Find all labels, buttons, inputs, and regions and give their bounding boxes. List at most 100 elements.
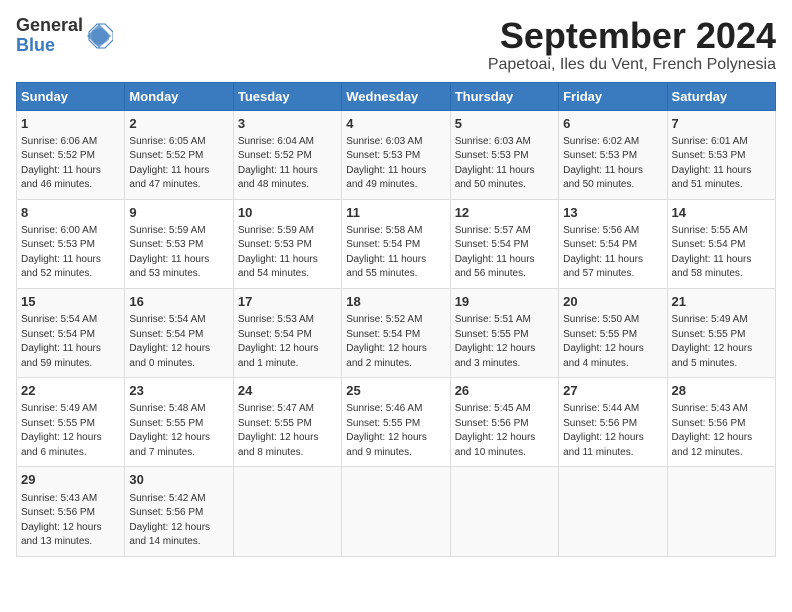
calendar-header: SundayMondayTuesdayWednesdayThursdayFrid… xyxy=(17,82,776,110)
calendar-cell: 25Sunrise: 5:46 AMSunset: 5:55 PMDayligh… xyxy=(342,378,450,467)
logo-text: General Blue xyxy=(16,16,83,56)
day-info: Sunrise: 5:54 AMSunset: 5:54 PMDaylight:… xyxy=(129,313,228,371)
day-number: 18 xyxy=(346,293,445,311)
day-header-monday: Monday xyxy=(125,82,233,110)
calendar-cell: 18 Sunrise: 5:52 AMSunset: 5:54 PMDayligh… xyxy=(342,288,450,377)
day-info: Sunrise: 6:00 AMSunset: 5:53 PMDaylight:… xyxy=(21,224,120,282)
calendar-cell: 2Sunrise: 6:05 AMSunset: 5:52 PMDaylight… xyxy=(125,110,233,199)
day-number: 1 xyxy=(21,115,120,133)
day-info: Sunrise: 6:01 AMSunset: 5:53 PMDaylight:… xyxy=(672,135,771,193)
calendar-week-3: 15 Sunrise: 5:54 AMSunset: 5:54 PMDayligh… xyxy=(17,288,776,377)
day-info: Sunrise: 6:03 AMSunset: 5:53 PMDaylight:… xyxy=(346,135,445,193)
calendar-cell: 13 Sunrise: 5:56 AMSunset: 5:54 PMDayligh… xyxy=(559,199,667,288)
calendar-week-2: 8 Sunrise: 6:00 AMSunset: 5:53 PMDaylight… xyxy=(17,199,776,288)
calendar-week-5: 29Sunrise: 5:43 AMSunset: 5:56 PMDayligh… xyxy=(17,467,776,556)
day-info: Sunrise: 5:43 AMSunset: 5:56 PMDaylight:… xyxy=(21,492,120,550)
day-header-friday: Friday xyxy=(559,82,667,110)
calendar-cell: 21Sunrise: 5:49 AMSunset: 5:55 PMDayligh… xyxy=(667,288,775,377)
day-number: 20 xyxy=(563,293,662,311)
calendar-cell: 24 Sunrise: 5:47 AMSunset: 5:55 PMDayligh… xyxy=(233,378,341,467)
day-info: Sunrise: 5:44 AMSunset: 5:56 PMDaylight:… xyxy=(563,402,662,460)
day-header-wednesday: Wednesday xyxy=(342,82,450,110)
calendar-cell: 5 Sunrise: 6:03 AMSunset: 5:53 PMDaylight… xyxy=(450,110,558,199)
day-info: Sunrise: 5:47 AMSunset: 5:55 PMDaylight:… xyxy=(238,402,337,460)
day-number: 28 xyxy=(672,382,771,400)
day-number: 4 xyxy=(346,115,445,133)
day-header-sunday: Sunday xyxy=(17,82,125,110)
page-header: General Blue September 2024 Papetoai, Il… xyxy=(16,16,776,74)
calendar-cell: 23 Sunrise: 5:48 AMSunset: 5:55 PMDayligh… xyxy=(125,378,233,467)
day-info: Sunrise: 5:49 AMSunset: 5:55 PMDaylight:… xyxy=(21,402,120,460)
day-info: Sunrise: 5:46 AMSunset: 5:55 PMDaylight:… xyxy=(346,402,445,460)
day-info: Sunrise: 5:45 AMSunset: 5:56 PMDaylight:… xyxy=(455,402,554,460)
calendar-body: 1Sunrise: 6:06 AMSunset: 5:52 PMDaylight… xyxy=(17,110,776,556)
day-number: 27 xyxy=(563,382,662,400)
calendar-cell: 15 Sunrise: 5:54 AMSunset: 5:54 PMDayligh… xyxy=(17,288,125,377)
page-subtitle: Papetoai, Iles du Vent, French Polynesia xyxy=(488,56,776,74)
day-info: Sunrise: 6:04 AMSunset: 5:52 PMDaylight:… xyxy=(238,135,337,193)
title-block: September 2024 Papetoai, Iles du Vent, F… xyxy=(488,16,776,74)
calendar-cell: 29Sunrise: 5:43 AMSunset: 5:56 PMDayligh… xyxy=(17,467,125,556)
day-number: 10 xyxy=(238,204,337,222)
day-number: 5 xyxy=(455,115,554,133)
calendar-cell: 20 Sunrise: 5:50 AMSunset: 5:55 PMDayligh… xyxy=(559,288,667,377)
day-number: 30 xyxy=(129,471,228,489)
day-number: 24 xyxy=(238,382,337,400)
logo-icon xyxy=(85,22,113,50)
day-info: Sunrise: 5:43 AMSunset: 5:56 PMDaylight:… xyxy=(672,402,771,460)
calendar-cell: 7 Sunrise: 6:01 AMSunset: 5:53 PMDaylight… xyxy=(667,110,775,199)
calendar-cell: 22Sunrise: 5:49 AMSunset: 5:55 PMDayligh… xyxy=(17,378,125,467)
day-number: 2 xyxy=(129,115,228,133)
calendar-cell xyxy=(667,467,775,556)
day-info: Sunrise: 5:48 AMSunset: 5:55 PMDaylight:… xyxy=(129,402,228,460)
day-info: Sunrise: 5:51 AMSunset: 5:55 PMDaylight:… xyxy=(455,313,554,371)
calendar-cell: 16Sunrise: 5:54 AMSunset: 5:54 PMDayligh… xyxy=(125,288,233,377)
day-info: Sunrise: 5:52 AMSunset: 5:54 PMDaylight:… xyxy=(346,313,445,371)
calendar-cell: 4 Sunrise: 6:03 AMSunset: 5:53 PMDaylight… xyxy=(342,110,450,199)
calendar-cell: 28 Sunrise: 5:43 AMSunset: 5:56 PMDayligh… xyxy=(667,378,775,467)
day-number: 23 xyxy=(129,382,228,400)
calendar-week-4: 22Sunrise: 5:49 AMSunset: 5:55 PMDayligh… xyxy=(17,378,776,467)
day-number: 7 xyxy=(672,115,771,133)
day-number: 8 xyxy=(21,204,120,222)
calendar-cell: 3 Sunrise: 6:04 AMSunset: 5:52 PMDaylight… xyxy=(233,110,341,199)
day-number: 13 xyxy=(563,204,662,222)
calendar-cell: 12 Sunrise: 5:57 AMSunset: 5:54 PMDayligh… xyxy=(450,199,558,288)
calendar-cell: 10 Sunrise: 5:59 AMSunset: 5:53 PMDayligh… xyxy=(233,199,341,288)
logo: General Blue xyxy=(16,16,113,56)
day-number: 19 xyxy=(455,293,554,311)
day-number: 14 xyxy=(672,204,771,222)
day-number: 12 xyxy=(455,204,554,222)
day-header-thursday: Thursday xyxy=(450,82,558,110)
day-number: 26 xyxy=(455,382,554,400)
calendar-cell xyxy=(233,467,341,556)
day-number: 9 xyxy=(129,204,228,222)
calendar-cell: 27 Sunrise: 5:44 AMSunset: 5:56 PMDayligh… xyxy=(559,378,667,467)
day-info: Sunrise: 5:55 AMSunset: 5:54 PMDaylight:… xyxy=(672,224,771,282)
day-info: Sunrise: 5:50 AMSunset: 5:55 PMDaylight:… xyxy=(563,313,662,371)
day-header-saturday: Saturday xyxy=(667,82,775,110)
day-info: Sunrise: 5:59 AMSunset: 5:53 PMDaylight:… xyxy=(129,224,228,282)
day-info: Sunrise: 5:56 AMSunset: 5:54 PMDaylight:… xyxy=(563,224,662,282)
day-info: Sunrise: 5:57 AMSunset: 5:54 PMDaylight:… xyxy=(455,224,554,282)
day-info: Sunrise: 5:59 AMSunset: 5:53 PMDaylight:… xyxy=(238,224,337,282)
day-info: Sunrise: 5:53 AMSunset: 5:54 PMDaylight:… xyxy=(238,313,337,371)
calendar-cell: 11Sunrise: 5:58 AMSunset: 5:54 PMDayligh… xyxy=(342,199,450,288)
calendar-cell: 26 Sunrise: 5:45 AMSunset: 5:56 PMDayligh… xyxy=(450,378,558,467)
calendar-cell: 9 Sunrise: 5:59 AMSunset: 5:53 PMDaylight… xyxy=(125,199,233,288)
calendar-cell xyxy=(559,467,667,556)
day-info: Sunrise: 5:54 AMSunset: 5:54 PMDaylight:… xyxy=(21,313,120,371)
day-info: Sunrise: 5:42 AMSunset: 5:56 PMDaylight:… xyxy=(129,492,228,550)
header-row: SundayMondayTuesdayWednesdayThursdayFrid… xyxy=(17,82,776,110)
day-number: 15 xyxy=(21,293,120,311)
day-info: Sunrise: 5:49 AMSunset: 5:55 PMDaylight:… xyxy=(672,313,771,371)
calendar-cell: 17Sunrise: 5:53 AMSunset: 5:54 PMDayligh… xyxy=(233,288,341,377)
calendar-cell: 1Sunrise: 6:06 AMSunset: 5:52 PMDaylight… xyxy=(17,110,125,199)
day-number: 3 xyxy=(238,115,337,133)
calendar-cell xyxy=(450,467,558,556)
calendar-cell: 30 Sunrise: 5:42 AMSunset: 5:56 PMDayligh… xyxy=(125,467,233,556)
calendar-cell: 6Sunrise: 6:02 AMSunset: 5:53 PMDaylight… xyxy=(559,110,667,199)
calendar-week-1: 1Sunrise: 6:06 AMSunset: 5:52 PMDaylight… xyxy=(17,110,776,199)
day-info: Sunrise: 6:03 AMSunset: 5:53 PMDaylight:… xyxy=(455,135,554,193)
calendar-cell: 14 Sunrise: 5:55 AMSunset: 5:54 PMDayligh… xyxy=(667,199,775,288)
